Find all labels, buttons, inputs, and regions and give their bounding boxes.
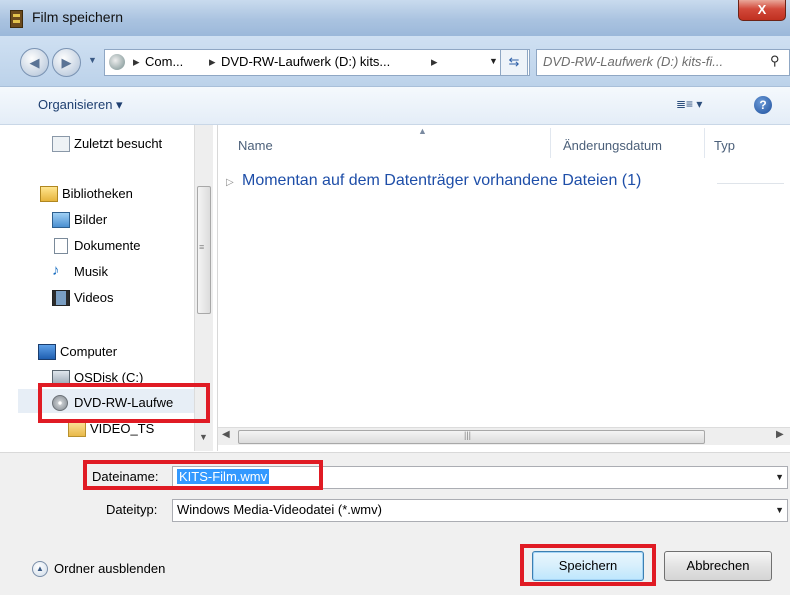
videos-icon — [52, 290, 70, 306]
music-icon: ♪ — [52, 262, 60, 279]
search-icon[interactable]: ⚲ — [770, 53, 780, 69]
file-group-header[interactable]: Momentan auf dem Datenträger vorhandene … — [242, 172, 641, 190]
recent-places-icon — [52, 136, 70, 152]
filename-highlight-box — [83, 460, 323, 490]
group-expand-icon[interactable]: ▷ — [226, 177, 234, 188]
save-highlight-box — [520, 544, 656, 586]
hide-folders-button[interactable]: Ordner ausblenden — [54, 561, 165, 576]
pictures-icon — [52, 212, 70, 228]
breadcrumb-separator-icon[interactable]: ▸ — [209, 54, 216, 70]
organize-menu-button[interactable]: Organisieren ▾ — [38, 97, 123, 113]
view-options-icon[interactable]: ≣≡ ▾ — [676, 97, 702, 111]
scroll-left-arrow-icon[interactable]: ◀ — [222, 429, 230, 440]
libraries-icon — [40, 186, 58, 202]
column-header-type[interactable]: Typ — [714, 138, 735, 153]
search-input[interactable]: DVD-RW-Laufwerk (D:) kits-fi... — [543, 54, 723, 69]
group-divider-line — [717, 183, 784, 184]
search-box[interactable]: DVD-RW-Laufwerk (D:) kits-fi... ⚲ — [536, 49, 790, 76]
refresh-icon: ⇆ — [508, 54, 520, 69]
scrollbar-grip-icon: ||| — [464, 430, 472, 440]
forward-button[interactable]: ▶ — [52, 48, 81, 77]
file-list[interactable] — [218, 125, 790, 427]
hide-folders-icon[interactable]: ▲ — [32, 561, 48, 577]
column-header-name[interactable]: Name — [238, 138, 273, 153]
address-bar[interactable]: ▸ Com... ▸ DVD-RW-Laufwerk (D:) kits... … — [104, 49, 530, 76]
column-separator[interactable] — [550, 128, 551, 158]
back-arrow-icon: ◀ — [29, 55, 40, 70]
sort-ascending-icon: ▲ — [418, 126, 427, 136]
refresh-button[interactable]: ⇆ — [500, 49, 528, 76]
breadcrumb-separator-icon[interactable]: ▸ — [431, 54, 438, 70]
column-header-date[interactable]: Änderungsdatum — [563, 138, 662, 153]
breadcrumb-dvd-drive[interactable]: DVD-RW-Laufwerk (D:) kits... — [221, 54, 390, 69]
help-icon[interactable]: ? — [754, 96, 772, 114]
scrollbar-grip-icon: ≡ — [199, 242, 205, 252]
list-scrollbar-thumb[interactable] — [238, 430, 705, 444]
back-button[interactable]: ◀ — [20, 48, 49, 77]
filename-dropdown-icon[interactable]: ▼ — [775, 472, 784, 482]
folder-icon — [68, 421, 86, 437]
computer-icon — [38, 344, 56, 360]
breadcrumb-separator-icon[interactable]: ▸ — [133, 54, 140, 70]
filetype-value: Windows Media-Videodatei (*.wmv) — [177, 502, 382, 517]
address-dropdown-icon[interactable]: ▼ — [489, 56, 498, 66]
breadcrumb-computer[interactable]: Com... — [145, 54, 183, 69]
filetype-label: Dateityp: — [106, 502, 158, 517]
film-app-icon — [10, 10, 23, 28]
documents-icon — [54, 238, 68, 254]
window-title: Film speichern — [32, 9, 124, 25]
forward-arrow-icon: ▶ — [61, 55, 72, 70]
filetype-select[interactable]: Windows Media-Videodatei (*.wmv) ▼ — [172, 499, 788, 522]
drive-location-icon — [109, 54, 125, 70]
scroll-down-arrow-icon[interactable]: ▼ — [199, 432, 208, 442]
column-separator[interactable] — [704, 128, 705, 158]
filetype-dropdown-icon[interactable]: ▼ — [775, 505, 784, 515]
scroll-right-arrow-icon[interactable]: ▶ — [776, 429, 784, 440]
close-button[interactable]: X — [738, 0, 786, 21]
cancel-button[interactable]: Abbrechen — [664, 551, 772, 581]
dvd-drive-highlight-box — [38, 383, 210, 423]
recent-locations-dropdown-icon[interactable]: ▼ — [88, 55, 97, 65]
